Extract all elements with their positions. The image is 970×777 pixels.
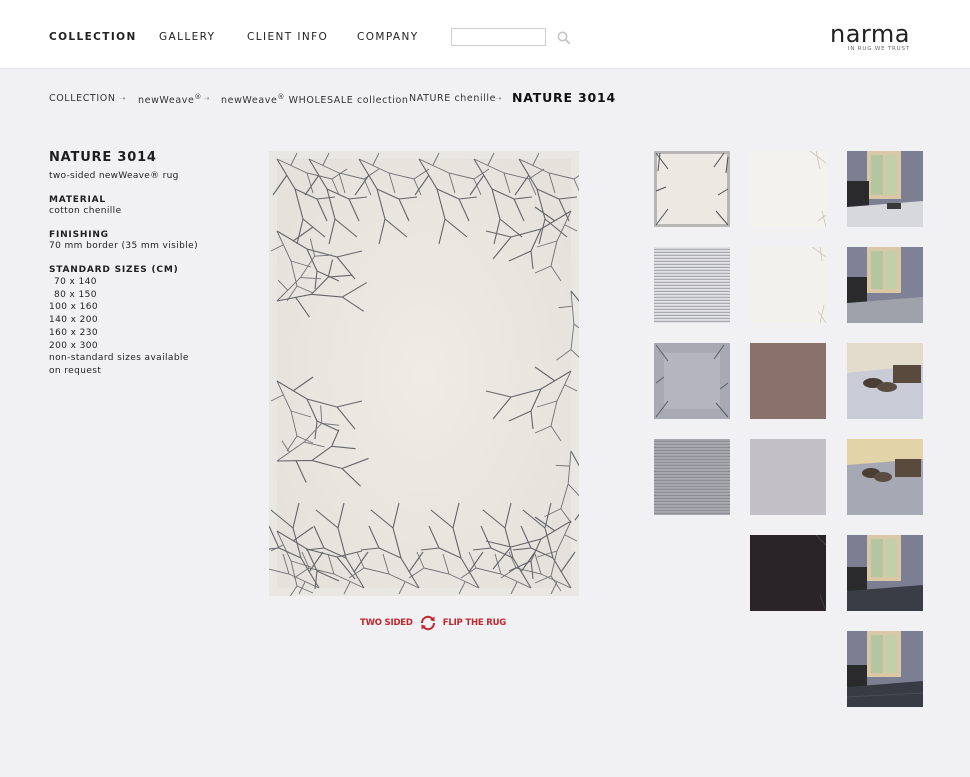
rug-tree-pattern: [269, 152, 579, 596]
material-heading: MATERIAL: [49, 195, 106, 205]
thumb-floor-closeup-2-image: [847, 439, 923, 515]
thumb-lilac-grey-chenille-image: [750, 439, 826, 515]
thumb-grey-nature-image: [654, 343, 730, 419]
search-input[interactable]: [451, 28, 546, 46]
thumb-nature-front-image: [654, 151, 730, 227]
thumb-lilac-grey-chenille[interactable]: [750, 439, 826, 515]
thumb-room-interior-2[interactable]: [847, 247, 923, 323]
thumb-grey-stripes-dark[interactable]: [654, 439, 730, 515]
sizes-note: on request: [49, 365, 102, 376]
thumb-room-interior-4-image: [847, 631, 923, 707]
logo-wordmark: narma: [830, 20, 910, 48]
thumb-nature-front[interactable]: [654, 151, 730, 227]
thumb-floor-closeup-1-image: [847, 343, 923, 419]
product-info: NATURE 3014 two-sided newWeave® rug MATE…: [49, 150, 239, 378]
nav-gallery[interactable]: GALLERY: [159, 31, 216, 43]
sizes-list: 70 x 140 80 x 150 100 x 160 140 x 200 16…: [49, 276, 239, 378]
thumb-nature-back[interactable]: [750, 151, 826, 227]
size-item: 160 x 230: [49, 327, 99, 338]
sizes-heading: STANDARD SIZES (cm): [49, 265, 179, 275]
breadcrumb-newweave[interactable]: newWeave®: [138, 93, 202, 106]
breadcrumb-arrow-icon: ➝: [495, 94, 502, 103]
nav-collection[interactable]: COLLECTION: [49, 31, 137, 43]
size-item: 100 x 160: [49, 302, 99, 313]
breadcrumb-wholesale-text-a: newWeave: [221, 95, 278, 107]
thumb-grey-stripes-image: [654, 247, 730, 323]
product-title: NATURE 3014: [49, 150, 157, 165]
finishing-value: 70 mm border (35 mm visible): [49, 241, 198, 251]
thumb-floor-closeup-1[interactable]: [847, 343, 923, 419]
thumb-black-chenille-image: [750, 535, 826, 611]
main-rug-image[interactable]: [269, 151, 579, 596]
thumb-nature-back-corner-image: [750, 247, 826, 323]
thumb-brown-chenille-image: [750, 343, 826, 419]
sizes-note: non-standard sizes available: [49, 353, 189, 364]
two-sided-label: TWO SIDED: [360, 618, 413, 628]
thumb-room-interior-1[interactable]: [847, 151, 923, 227]
registered-mark: ®: [277, 93, 286, 101]
thumb-grey-stripes[interactable]: [654, 247, 730, 323]
flip-arrows-icon[interactable]: [419, 614, 437, 632]
nav-client-info[interactable]: CLIENT INFO: [247, 31, 328, 43]
registered-mark: ®: [194, 93, 203, 101]
flip-the-rug-label: FLIP THE RUG: [442, 618, 507, 628]
breadcrumb-arrow-icon: ➝: [119, 94, 126, 103]
breadcrumb-wholesale[interactable]: newWeave® WHOLESALE collection: [221, 93, 409, 106]
thumb-black-chenille[interactable]: [750, 535, 826, 611]
nav-company[interactable]: COMPANY: [357, 31, 419, 43]
thumb-grey-stripes-dark-image: [654, 439, 730, 515]
breadcrumb-nature-chenille[interactable]: NATURE chenille: [409, 93, 496, 104]
thumb-brown-chenille[interactable]: [750, 343, 826, 419]
breadcrumb-newweave-text: newWeave: [138, 95, 195, 107]
material-value: cotton chenille: [49, 206, 122, 216]
thumb-room-interior-1-image: [847, 151, 923, 227]
site-header: COLLECTION GALLERY CLIENT INFO COMPANY n…: [0, 0, 970, 69]
search-icon[interactable]: [557, 31, 571, 45]
breadcrumb-arrow-icon: ➝: [392, 94, 399, 103]
thumb-room-interior-4[interactable]: [847, 631, 923, 707]
product-subtitle: two-sided newWeave® rug: [49, 171, 179, 181]
size-item: 80 x 150: [54, 289, 97, 300]
narma-logo[interactable]: narma IN RUG WE TRUST: [830, 22, 910, 52]
size-item: 70 x 140: [54, 277, 97, 287]
breadcrumb-wholesale-text-b: WHOLESALE collection: [285, 95, 409, 107]
thumb-grey-nature[interactable]: [654, 343, 730, 419]
thumb-nature-back-corner[interactable]: [750, 247, 826, 323]
size-item: 200 x 300: [49, 340, 99, 351]
thumb-floor-closeup-2[interactable]: [847, 439, 923, 515]
thumb-room-interior-3-image: [847, 535, 923, 611]
breadcrumb-arrow-icon: ➝: [203, 94, 210, 103]
thumb-room-interior-3[interactable]: [847, 535, 923, 611]
breadcrumb-current: NATURE 3014: [512, 90, 616, 105]
thumb-room-interior-2-image: [847, 247, 923, 323]
thumb-nature-back-image: [750, 151, 826, 227]
size-item: 140 x 200: [49, 315, 99, 326]
finishing-heading: FINISHING: [49, 230, 109, 240]
flip-rug-control[interactable]: TWO SIDED FLIP THE RUG: [360, 613, 506, 633]
breadcrumb-collection[interactable]: COLLECTION: [49, 93, 116, 104]
